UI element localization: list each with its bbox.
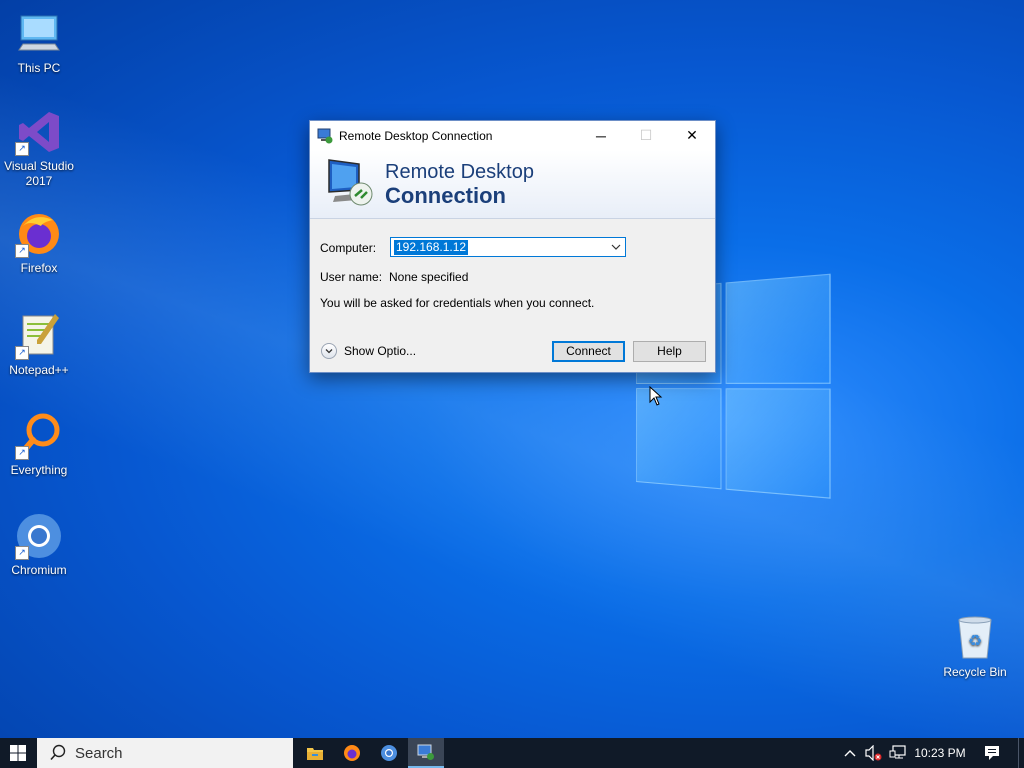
everything-search-icon: ↗ bbox=[15, 412, 63, 460]
desktop-icon-notepad-plus-plus[interactable]: ↗ Notepad++ bbox=[1, 312, 77, 378]
minimize-icon: ─ bbox=[596, 127, 606, 144]
banner-title-line2: Connection bbox=[385, 183, 506, 208]
firefox-icon: ↗ bbox=[15, 210, 63, 258]
windows-start-icon bbox=[10, 745, 26, 761]
firefox-icon bbox=[344, 745, 360, 761]
recycle-bin-icon: ♻ bbox=[951, 614, 999, 662]
mouse-cursor-icon bbox=[649, 386, 663, 406]
volume-muted-icon bbox=[865, 745, 882, 761]
desktop-icon-recycle-bin[interactable]: ♻ Recycle Bin bbox=[937, 614, 1013, 680]
username-label: User name: bbox=[320, 270, 383, 284]
notepad-plus-plus-icon: ↗ bbox=[15, 312, 63, 360]
credentials-info-text: You will be asked for credentials when y… bbox=[320, 296, 595, 310]
maximize-icon: ☐ bbox=[639, 127, 653, 143]
chromium-icon: ↗ bbox=[15, 512, 63, 560]
dialog-title: Remote Desktop Connection bbox=[339, 128, 493, 143]
start-button[interactable] bbox=[0, 738, 36, 768]
network-icon bbox=[889, 745, 906, 759]
desktop-icon-firefox[interactable]: ↗ Firefox bbox=[1, 210, 77, 276]
svg-text:♻: ♻ bbox=[968, 631, 982, 650]
taskbar-remote-desktop[interactable] bbox=[408, 738, 444, 768]
computer-icon bbox=[15, 10, 63, 58]
taskbar-clock[interactable]: 10:23 PM bbox=[908, 738, 972, 768]
minimize-button[interactable]: ─ bbox=[578, 121, 624, 150]
show-desktop-button[interactable] bbox=[1018, 738, 1024, 768]
computer-input-value[interactable]: 192.168.1.12 bbox=[394, 240, 469, 255]
visual-studio-icon: ↗ bbox=[15, 108, 63, 156]
maximize-button: ☐ bbox=[623, 121, 669, 150]
search-placeholder: Search bbox=[75, 744, 123, 762]
banner-title-line1: Remote Desktop bbox=[385, 161, 534, 183]
action-center-button[interactable] bbox=[978, 738, 1006, 768]
show-hidden-icons-button[interactable] bbox=[840, 738, 860, 768]
desktop-icon-this-pc[interactable]: This PC bbox=[1, 10, 77, 76]
computer-combobox[interactable]: 192.168.1.12 bbox=[390, 237, 626, 257]
volume-button[interactable] bbox=[862, 738, 884, 768]
show-options-label: Show Optio... bbox=[344, 344, 417, 358]
username-value: None specified bbox=[389, 270, 469, 284]
close-icon: ✕ bbox=[686, 127, 698, 143]
show-options-toggle[interactable]: Show Optio... bbox=[321, 343, 416, 359]
chromium-icon bbox=[381, 745, 397, 761]
taskbar-file-explorer[interactable] bbox=[297, 738, 333, 768]
remote-desktop-banner-icon bbox=[328, 159, 373, 206]
chevron-up-icon bbox=[844, 750, 856, 757]
taskbar-firefox[interactable] bbox=[334, 738, 370, 768]
help-button[interactable]: Help bbox=[633, 341, 706, 362]
expand-options-icon bbox=[321, 343, 337, 359]
chevron-down-icon[interactable] bbox=[607, 238, 625, 256]
taskbar-chromium[interactable] bbox=[371, 738, 407, 768]
connect-button[interactable]: Connect bbox=[552, 341, 625, 362]
desktop-icon-chromium[interactable]: ↗ Chromium bbox=[1, 512, 77, 578]
computer-label: Computer: bbox=[320, 241, 377, 255]
notification-icon bbox=[985, 746, 999, 760]
remote-desktop-icon bbox=[417, 744, 434, 760]
file-explorer-icon bbox=[307, 748, 323, 760]
dialog-banner: Remote Desktop Connection bbox=[310, 150, 715, 219]
dialog-title-bar[interactable]: Remote Desktop Connection ─ ☐ ✕ bbox=[310, 121, 715, 150]
taskbar: Search 10:23 PM bbox=[0, 738, 1024, 768]
taskbar-search-box[interactable]: Search bbox=[37, 738, 293, 768]
remote-desktop-dialog: Remote Desktop Connection ─ ☐ ✕ Remote D… bbox=[309, 120, 716, 373]
remote-desktop-icon bbox=[317, 128, 333, 143]
network-button[interactable] bbox=[887, 738, 909, 768]
desktop-icon-visual-studio[interactable]: ↗ Visual Studio 2017 bbox=[1, 108, 77, 189]
desktop-icon-everything[interactable]: ↗ Everything bbox=[1, 412, 77, 478]
close-button[interactable]: ✕ bbox=[669, 121, 715, 150]
search-icon bbox=[50, 744, 66, 761]
